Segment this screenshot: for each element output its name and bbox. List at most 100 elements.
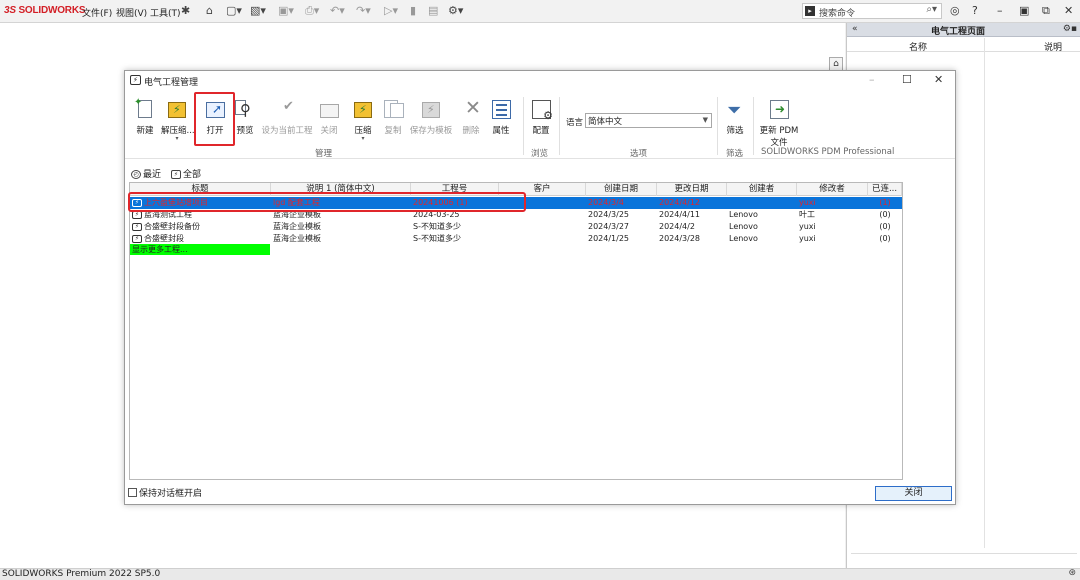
file-props-icon[interactable]: ▤: [428, 4, 438, 17]
solidworks-logo: 3S SOLIDWORKS: [4, 5, 86, 16]
column-header[interactable]: 修改者: [797, 183, 868, 196]
help-icon[interactable]: ?: [972, 4, 978, 17]
tab-recent[interactable]: ◴ 最近: [131, 167, 161, 180]
pin-icon[interactable]: ✱: [181, 4, 190, 17]
minimize-icon[interactable]: –: [997, 4, 1003, 17]
column-description[interactable]: 说明: [1044, 40, 1062, 53]
user-icon[interactable]: ◎: [950, 4, 960, 17]
row-connected: (0): [879, 222, 891, 231]
language-select[interactable]: 简体中文 ▼: [585, 113, 712, 128]
table-row[interactable]: ⚡ 合盛壁封段备份 蓝海企业模板 S-不知道多少 2024/3/27 2024/4…: [130, 221, 902, 233]
unzip-icon: ⚡: [166, 99, 188, 121]
ribbon-separator: [559, 97, 560, 155]
copy-label: 复制: [384, 126, 402, 136]
restore-icon[interactable]: ▣: [1019, 4, 1029, 17]
row-modifier: 叶工: [799, 210, 815, 219]
column-header[interactable]: 更改日期: [657, 183, 727, 196]
row-modifier: yuxi: [799, 222, 816, 231]
menu-view[interactable]: 视图(V): [116, 6, 147, 19]
properties-label: 属性: [492, 126, 510, 136]
search-mode-icon: ▸: [805, 6, 815, 16]
properties-icon: [490, 99, 512, 121]
unzip-button[interactable]: ⚡ 解压缩... ▾: [161, 99, 195, 142]
status-settings-icon[interactable]: ⊛: [1068, 568, 1076, 578]
set-current-icon: ✔: [283, 99, 294, 114]
search-icon[interactable]: ⌕▾: [926, 4, 937, 15]
tab-all[interactable]: ⚡ 全部: [171, 167, 201, 180]
close-button[interactable]: 关闭: [875, 486, 952, 501]
row-modifier: yuxi: [799, 198, 816, 207]
options-gear-icon[interactable]: ⚙▾: [448, 4, 463, 17]
config-label: 配置: [532, 126, 550, 136]
menu-file[interactable]: 文件(F): [82, 6, 112, 19]
show-more-projects-link[interactable]: 显示更多工程...: [130, 244, 270, 255]
filter-button[interactable]: ⏷ 筛选: [723, 99, 747, 136]
keep-open-label: 保持对话框开启: [139, 489, 203, 499]
group-browse-label: 浏览: [531, 149, 549, 159]
horizontal-scrollbar[interactable]: [851, 553, 1077, 559]
column-header[interactable]: 创建者: [727, 183, 797, 196]
keep-open-checkbox[interactable]: 保持对话框开启: [128, 486, 202, 499]
compress-button[interactable]: ⚡ 压缩 ▾: [351, 99, 375, 142]
config-button[interactable]: ⚙ 配置: [529, 99, 553, 136]
delete-button[interactable]: ✕ 删除: [459, 97, 483, 136]
row-connected: (0): [879, 210, 891, 219]
maximize-dialog-icon[interactable]: ☐: [902, 73, 912, 86]
column-header[interactable]: 已连...: [868, 183, 902, 196]
menu-tools[interactable]: 工具(T): [150, 6, 181, 19]
minimize-dialog-icon[interactable]: –: [869, 73, 875, 86]
ribbon-separator: [753, 97, 754, 155]
copy-button[interactable]: 复制: [381, 99, 405, 136]
properties-button[interactable]: 属性: [489, 99, 513, 136]
update-pdm-button[interactable]: ➜ 更新 PDM 文件: [759, 99, 799, 148]
save-template-icon: ⚡: [420, 99, 442, 121]
select-icon[interactable]: ▷▾: [384, 4, 398, 17]
save-template-label: 保存为模板: [409, 126, 453, 136]
row-number: S-不知道多少: [413, 222, 461, 231]
row-created: 2024/1/25: [588, 234, 630, 243]
pane-options-icon[interactable]: ⚙▪: [1063, 24, 1077, 34]
close-dialog-icon[interactable]: ✕: [934, 73, 943, 86]
save-icon[interactable]: ▣▾: [278, 4, 294, 17]
preview-icon: ⚲: [234, 99, 256, 121]
group-manage-label: 管理: [315, 149, 333, 159]
funnel-icon: ⏷: [727, 100, 742, 121]
redo-icon[interactable]: ↷▾: [356, 4, 371, 17]
row-changed: 2024/3/28: [659, 234, 701, 243]
column-divider: [984, 38, 985, 548]
project-icon: ⚡: [132, 234, 142, 243]
unzip-dropdown-icon[interactable]: ▾: [161, 135, 193, 142]
close-app-icon[interactable]: ✕: [1064, 4, 1073, 17]
home-view-icon[interactable]: ⌂: [829, 57, 843, 71]
row-changed: 2024/4/11: [659, 210, 701, 219]
ribbon-separator: [717, 97, 718, 155]
copy-icon: [382, 99, 404, 121]
column-name[interactable]: 名称: [909, 40, 927, 53]
row-number: S-不知道多少: [413, 234, 461, 243]
task-pane-title: 电气工程页面: [931, 27, 986, 37]
new-button[interactable]: ✦ 新建: [133, 97, 157, 136]
compress-dropdown-icon[interactable]: ▾: [351, 135, 375, 142]
command-search-input[interactable]: ▸ 搜索命令 ⌕▾: [802, 3, 942, 19]
close-project-button[interactable]: 关闭: [317, 99, 341, 136]
checkbox-box[interactable]: [128, 488, 137, 497]
column-header[interactable]: 创建日期: [586, 183, 657, 196]
save-template-button[interactable]: ⚡ 保存为模板: [409, 99, 453, 136]
print-icon[interactable]: ⎙▾: [305, 4, 319, 18]
group-filter-label: 筛选: [726, 149, 744, 159]
tile-icon[interactable]: ⧉: [1042, 4, 1050, 18]
config-icon: ⚙: [530, 99, 553, 122]
collapse-pane-icon[interactable]: «: [852, 24, 858, 34]
filter-label: 筛选: [726, 126, 744, 136]
project-icon: ⚡: [130, 75, 141, 85]
row-customer: [499, 233, 586, 245]
open-highlight: [194, 92, 235, 146]
set-current-button[interactable]: ✔ 设为当前工程: [261, 99, 313, 136]
home-icon[interactable]: ⌂: [206, 4, 213, 17]
set-current-label: 设为当前工程: [261, 126, 313, 136]
preview-button[interactable]: ⚲ 预览: [234, 99, 256, 136]
rebuild-icon[interactable]: ▮: [410, 4, 416, 17]
undo-icon[interactable]: ↶▾: [330, 4, 345, 17]
new-doc-icon[interactable]: ▢▾: [226, 4, 242, 17]
open-doc-icon[interactable]: ▧▾: [250, 4, 266, 17]
